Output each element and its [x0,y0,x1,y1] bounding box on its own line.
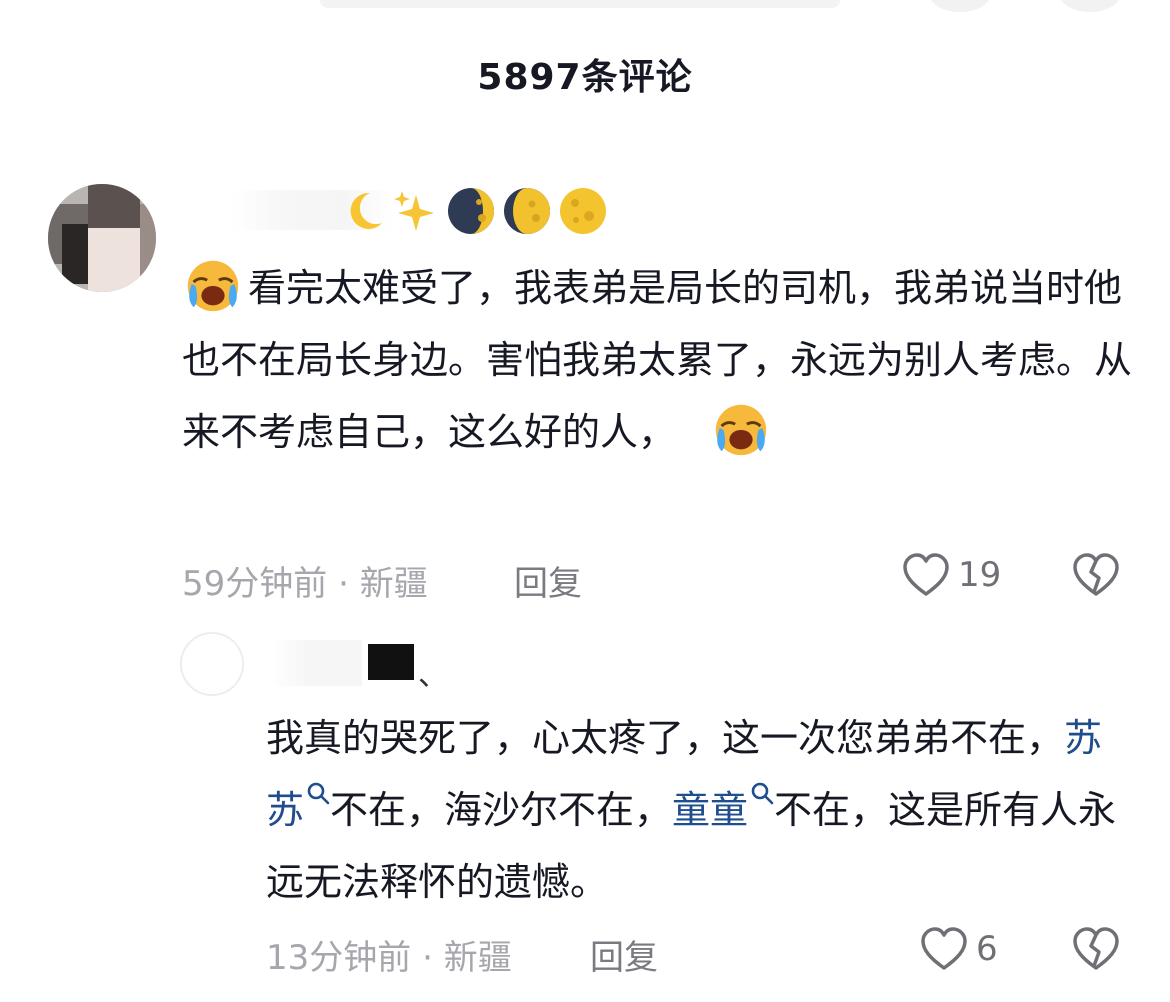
meta-separator: · [338,564,349,604]
comment-body: 看完太难受了，我表弟是局长的司机，我弟说当时他也不在局长身边。害怕我弟太累了，永… [182,252,1132,468]
moon-phase-icon [448,188,494,234]
ghost-bar [320,0,840,8]
like-count: 19 [958,555,1002,595]
reply-meta: 13分钟前 · 新疆 [266,930,512,979]
comment-time: 59分钟前 [182,564,328,604]
comments-count-title: 5897条评论 [477,57,693,98]
crescent-moon-icon [350,192,382,229]
like-button[interactable]: 19 [902,552,1001,598]
moon-phase-icon [504,188,550,234]
reply-username-suffix: 、 [418,658,448,693]
avatar[interactable] [48,184,156,292]
reply-location: 新疆 [443,938,512,978]
sparkles-icon [394,191,434,231]
search-icon[interactable] [750,781,774,805]
username-emojis [340,186,614,236]
full-moon-icon [560,188,606,234]
broken-heart-icon[interactable] [1072,552,1120,598]
reply-time: 13分钟前 [266,938,412,978]
top-ghost-area [0,0,1170,14]
reply-text-part: 不在，海沙尔不在， [330,788,673,832]
ghost-button [1060,0,1120,12]
ghost-button [930,0,990,12]
like-count: 6 [976,929,998,969]
reply-body: 我真的哭死了，心太疼了，这一次您弟弟不在，苏苏 不在，海沙尔不在，童童 不在，这是所… [266,702,1126,918]
topic-link-tongtong[interactable]: 童童 [672,788,748,832]
like-button[interactable]: 6 [920,926,998,972]
reply-button[interactable]: 回复 [590,930,658,979]
reply-text-part: 我真的哭死了，心太疼了，这一次您弟弟不在， [266,716,1065,760]
crying-face-emoji [187,260,239,312]
reply-button[interactable]: 回复 [514,556,582,605]
comment-meta: 59分钟前 · 新疆 [182,556,428,605]
search-icon[interactable] [306,781,330,805]
comment-text: 看完太难受了，我表弟是局长的司机，我弟说当时他也不在局长身边。害怕我弟太累了，永… [182,266,1133,454]
crying-face-emoji [715,404,767,456]
meta-separator: · [422,938,433,978]
blurred-reply-username [270,640,362,686]
redacted-username-block [368,644,414,680]
comment-location: 新疆 [359,564,428,604]
heart-outline-icon [921,927,967,970]
broken-heart-icon[interactable] [1072,926,1120,972]
heart-outline-icon [903,553,949,596]
reply-avatar[interactable] [180,632,244,696]
